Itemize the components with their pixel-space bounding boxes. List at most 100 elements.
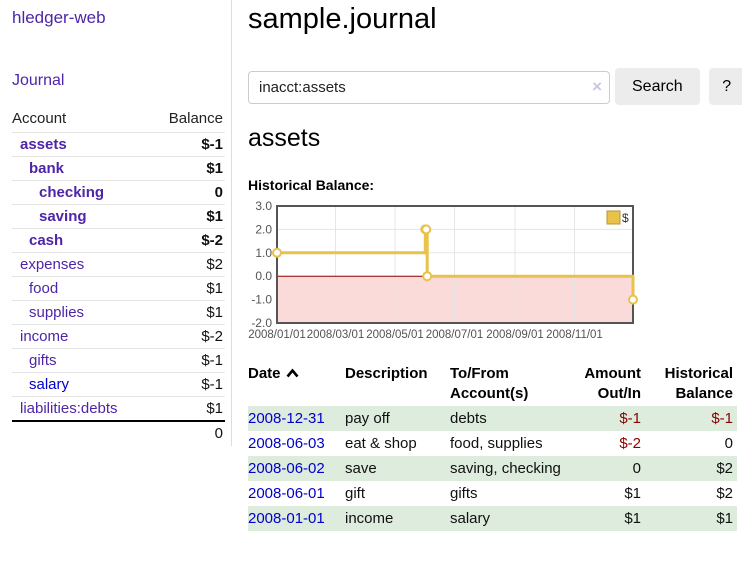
- account-row: food $1: [12, 277, 225, 301]
- accounts-header-balance: Balance: [151, 106, 225, 133]
- account-balance: $1: [151, 301, 225, 325]
- register-amount: $-1: [568, 406, 645, 431]
- account-row: supplies $1: [12, 301, 225, 325]
- register-date-link[interactable]: 2008-06-02: [248, 460, 325, 477]
- register-row: 2008-01-01incomesalary$1$1: [248, 506, 737, 531]
- account-link[interactable]: liabilities:debts: [20, 400, 118, 417]
- register-table: DateDescriptionTo/From Account(s)Amount …: [248, 362, 737, 531]
- register-date-link[interactable]: 2008-01-01: [248, 510, 325, 527]
- account-row: checking 0: [12, 181, 225, 205]
- register-row: 2008-06-01giftgifts$1$2: [248, 481, 737, 506]
- chart-legend: $: [605, 209, 631, 227]
- col-header-description: Description: [345, 362, 450, 406]
- register-date-link[interactable]: 2008-12-31: [248, 410, 325, 427]
- account-link[interactable]: saving: [39, 208, 87, 225]
- accounts-total-value: 0: [151, 421, 225, 445]
- account-link[interactable]: supplies: [29, 304, 84, 321]
- account-balance: $1: [151, 397, 225, 422]
- account-balance: $-1: [151, 373, 225, 397]
- account-link[interactable]: food: [29, 280, 58, 297]
- account-link[interactable]: bank: [29, 160, 64, 177]
- register-amount: $-2: [568, 431, 645, 456]
- register-amount: 0: [568, 456, 645, 481]
- account-balance: $-1: [151, 349, 225, 373]
- register-accounts: saving, checking: [450, 456, 568, 481]
- register-description: income: [345, 506, 450, 531]
- account-balance: $-2: [151, 325, 225, 349]
- account-heading: assets: [248, 124, 320, 153]
- account-row: salary $-1: [12, 373, 225, 397]
- legend-swatch-icon: [607, 211, 620, 224]
- account-balance: $-1: [151, 133, 225, 157]
- account-balance: $2: [151, 253, 225, 277]
- help-button[interactable]: ?: [709, 68, 742, 105]
- svg-text:-2.0: -2.0: [251, 316, 272, 330]
- account-link[interactable]: checking: [39, 184, 104, 201]
- clear-search-icon[interactable]: ×: [592, 77, 602, 97]
- register-accounts: salary: [450, 506, 568, 531]
- page-title: sample.journal: [248, 0, 742, 38]
- account-link[interactable]: salary: [29, 376, 69, 393]
- register-description: pay off: [345, 406, 450, 431]
- accounts-header-row: Account Balance: [12, 106, 225, 133]
- account-balance: $1: [151, 277, 225, 301]
- svg-text:2008/11/01: 2008/11/01: [546, 329, 603, 341]
- chart-title: Historical Balance:: [248, 177, 374, 193]
- svg-text:-1.0: -1.0: [251, 293, 272, 307]
- register-balance: 0: [645, 431, 737, 456]
- account-balance: $1: [151, 157, 225, 181]
- register-date-link[interactable]: 2008-06-03: [248, 435, 325, 452]
- historical-balance-chart: $3.02.01.00.0-1.0-2.02008/01/012008/03/0…: [240, 200, 742, 346]
- svg-text:0.0: 0.0: [255, 269, 272, 283]
- register-description: save: [345, 456, 450, 481]
- register-balance: $2: [645, 481, 737, 506]
- register-row: 2008-06-03 eat & shopfood, supplies$-20: [248, 431, 737, 456]
- svg-text:3.0: 3.0: [255, 199, 272, 213]
- account-row: income $-2: [12, 325, 225, 349]
- search-input[interactable]: [248, 71, 610, 104]
- search-box: ×: [248, 71, 610, 104]
- account-row: saving $1: [12, 205, 225, 229]
- sort-asc-icon: [286, 368, 299, 378]
- search-button[interactable]: Search: [615, 68, 700, 105]
- svg-text:2008/01/01: 2008/01/01: [248, 329, 306, 341]
- main-content: sample.journal × Search ? assets Histori…: [248, 0, 742, 38]
- register-balance: $1: [645, 506, 737, 531]
- accounts-table: Account Balance assets $-1 bank $1 checking 0…: [12, 106, 225, 445]
- account-link[interactable]: cash: [29, 232, 63, 249]
- account-link[interactable]: assets: [20, 136, 67, 153]
- sidebar: hledger-web Journal Account Balance asse…: [0, 0, 232, 446]
- account-balance: 0: [151, 181, 225, 205]
- register-row: 2008-06-02 savesaving, checking0$2: [248, 456, 737, 481]
- account-link[interactable]: expenses: [20, 256, 84, 273]
- register-amount: $1: [568, 506, 645, 531]
- account-balance: $1: [151, 205, 225, 229]
- svg-text:2008/05/01: 2008/05/01: [366, 329, 424, 341]
- svg-text:2008/07/01: 2008/07/01: [426, 329, 484, 341]
- account-link[interactable]: gifts: [29, 352, 57, 369]
- register-balance: $-1: [645, 406, 737, 431]
- svg-text:1.0: 1.0: [255, 246, 272, 260]
- register-accounts: food, supplies: [450, 431, 568, 456]
- col-header-date[interactable]: Date: [248, 362, 345, 406]
- account-row: liabilities:debts $1: [12, 397, 225, 422]
- svg-text:2.0: 2.0: [255, 222, 272, 236]
- app-brand-link[interactable]: hledger-web: [12, 8, 106, 28]
- col-header-to-from-account-s-: To/From Account(s): [450, 362, 568, 406]
- register-description: eat & shop: [345, 431, 450, 456]
- register-description: gift: [345, 481, 450, 506]
- account-row: cash$-2: [12, 229, 225, 253]
- register-accounts: gifts: [450, 481, 568, 506]
- register-accounts: debts: [450, 406, 568, 431]
- account-row: bank $1: [12, 157, 225, 181]
- register-balance: $2: [645, 456, 737, 481]
- account-row: assets $-1: [12, 133, 225, 157]
- sidebar-item-journal[interactable]: Journal: [12, 72, 231, 90]
- account-link[interactable]: income: [20, 328, 68, 345]
- register-row: 2008-12-31pay offdebts$-1$-1: [248, 406, 737, 431]
- register-date-link[interactable]: 2008-06-01: [248, 485, 325, 502]
- svg-text:2008/09/01: 2008/09/01: [486, 329, 544, 341]
- accounts-total-row: 0: [12, 421, 225, 445]
- accounts-total-spacer: [12, 421, 151, 445]
- chart-svg: $3.02.01.00.0-1.0-2.02008/01/012008/03/0…: [240, 200, 742, 346]
